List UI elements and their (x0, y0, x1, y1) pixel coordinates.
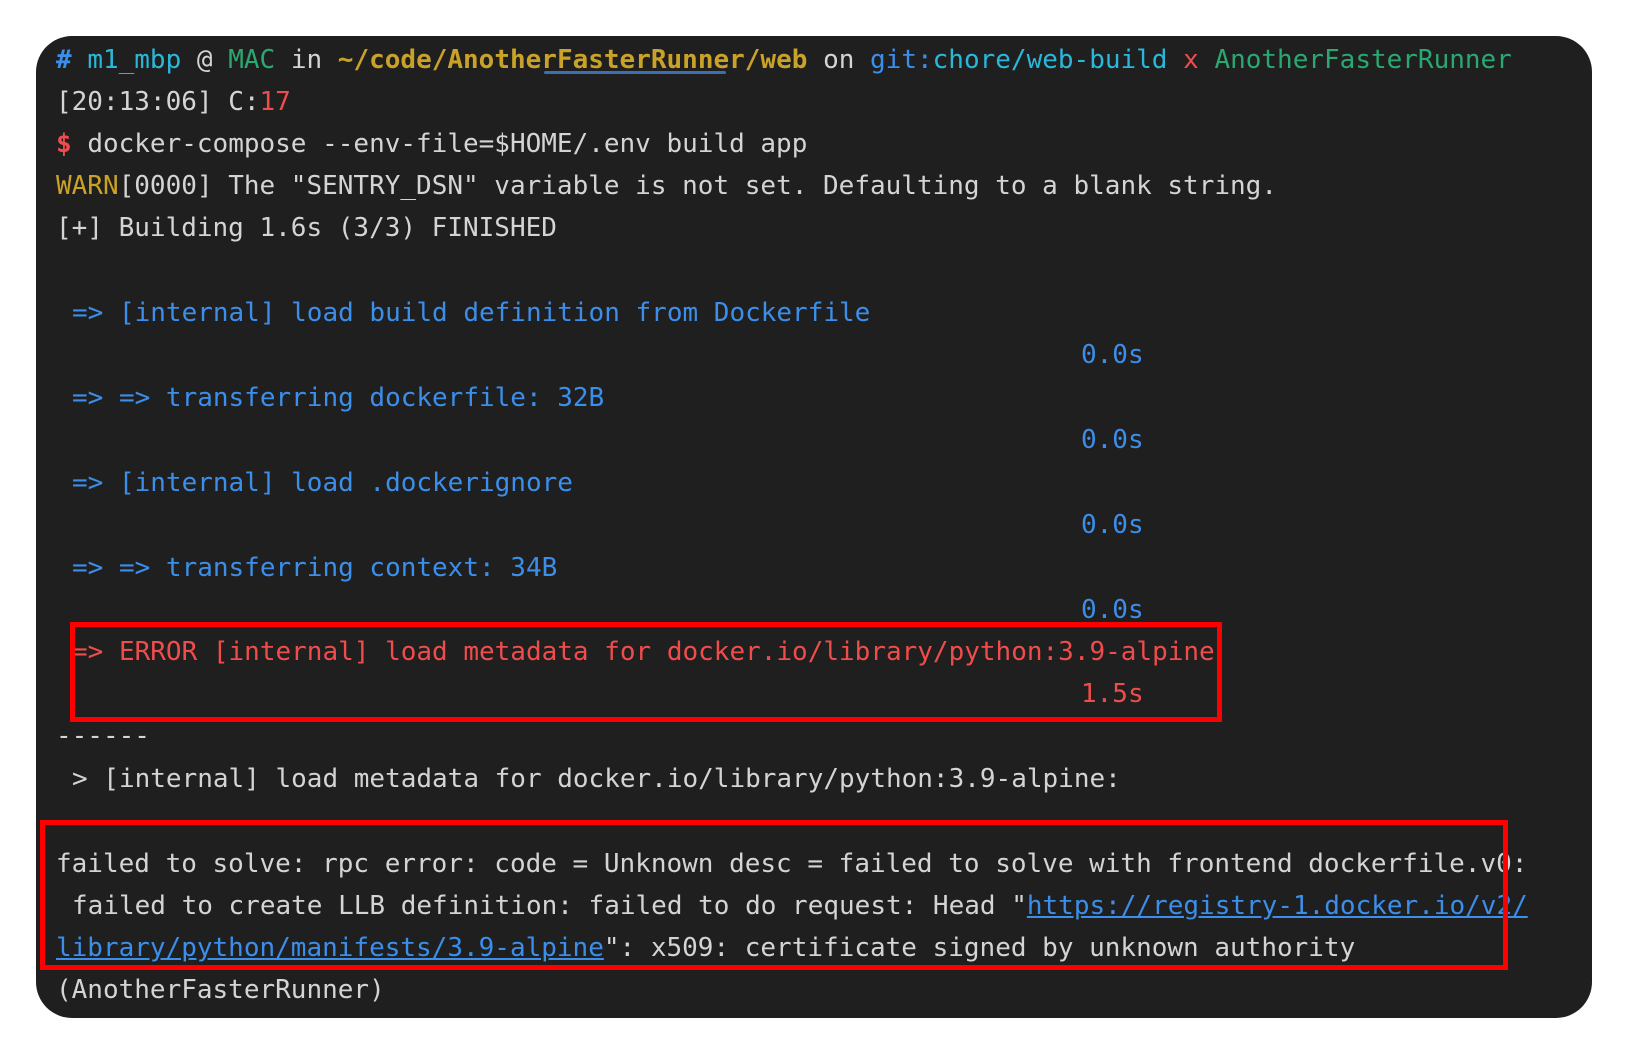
error-line: failed to create LLB definition: failed … (72, 891, 1528, 921)
build-step: => => transferring dockerfile: 32B (72, 383, 605, 413)
separator-line: ------ (56, 721, 150, 751)
build-step: => [internal] load .dockerignore (72, 468, 573, 498)
build-step-time: 0.0s (1081, 425, 1144, 455)
command-text: docker-compose --env-file=$HOME/.env bui… (87, 129, 808, 159)
next-prompt-partial: (AnotherFasterRunner) (56, 975, 385, 1005)
metadata-line: > [internal] load metadata for docker.io… (72, 764, 1121, 794)
build-step-time: 0.0s (1081, 595, 1144, 625)
registry-link[interactable]: https://registry-1.docker.io/v2/ (1027, 891, 1528, 921)
build-step-time: 0.0s (1081, 340, 1144, 370)
build-step-time: 0.0s (1081, 510, 1144, 540)
error-line: failed to solve: rpc error: code = Unkno… (56, 849, 1528, 879)
build-step-error: => ERROR [internal] load metadata for do… (72, 637, 1215, 667)
build-step: => => transferring context: 34B (72, 553, 558, 583)
building-line: [+] Building 1.6s (3/3) FINISHED (56, 213, 557, 243)
terminal-window[interactable]: # m1_mbp @ MAC in ~/code/AnotherFasterRu… (36, 36, 1592, 1018)
prompt-line: # m1_mbp @ MAC in ~/code/AnotherFasterRu… (56, 45, 1512, 75)
warn-line: WARN[0000] The "SENTRY_DSN" variable is … (56, 171, 1277, 201)
prompt-status-line: [20:13:06] C:17 (56, 87, 291, 117)
registry-link-continued[interactable]: library/python/manifests/3.9-alpine (56, 933, 604, 963)
error-line: library/python/manifests/3.9-alpine": x5… (56, 933, 1356, 963)
command-line: $ docker-compose --env-file=$HOME/.env b… (56, 129, 808, 159)
build-step-error-time: 1.5s (1081, 679, 1144, 709)
build-step: => [internal] load build definition from… (72, 298, 871, 328)
